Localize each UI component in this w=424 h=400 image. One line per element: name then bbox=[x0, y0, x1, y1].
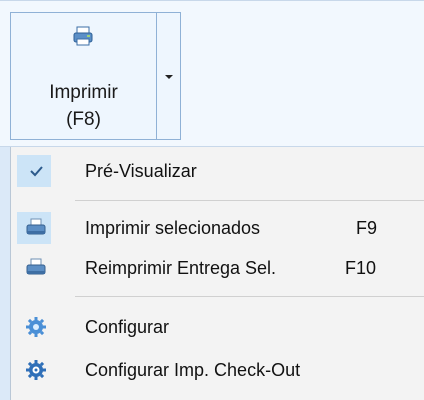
menu-item-configurar-check-out[interactable]: Configurar Imp. Check-Out bbox=[11, 350, 424, 390]
menu-separator bbox=[75, 296, 424, 297]
print-split-button[interactable]: Imprimir (F8) bbox=[10, 12, 181, 140]
check-icon bbox=[30, 166, 43, 177]
gear-icon bbox=[26, 317, 46, 337]
menu-item-imprimir-selecionados[interactable]: Imprimir selecionados F9 bbox=[11, 208, 424, 248]
menu-item-label: Reimprimir Entrega Sel. bbox=[85, 258, 277, 278]
menu-item-pre-visualizar[interactable]: Pré-Visualizar bbox=[11, 151, 424, 191]
menu-item-shortcut: F10 bbox=[345, 258, 377, 278]
menu-item-label: Configurar bbox=[85, 317, 170, 337]
printer-icon bbox=[26, 258, 46, 275]
menu-item-configurar[interactable]: Configurar bbox=[11, 307, 424, 347]
chevron-down-icon bbox=[165, 75, 173, 79]
gear-icon bbox=[26, 360, 46, 380]
ribbon-toolbar: Imprimir (F8) bbox=[0, 0, 424, 147]
print-button-label: Imprimir bbox=[49, 82, 118, 103]
print-dropdown-menu: Pré-Visualizar Imprimir selecionados F9 … bbox=[10, 147, 424, 400]
menu-item-label: Configurar Imp. Check-Out bbox=[85, 360, 301, 380]
menu-item-label: Imprimir selecionados bbox=[85, 218, 261, 238]
ribbon-top-border bbox=[0, 0, 424, 1]
printer-icon bbox=[73, 26, 93, 46]
print-button-shortcut: (F8) bbox=[66, 109, 101, 130]
print-button[interactable]: Imprimir (F8) bbox=[11, 13, 156, 139]
printer-icon bbox=[26, 218, 46, 235]
print-dropdown-button[interactable] bbox=[157, 13, 180, 139]
menu-item-label: Pré-Visualizar bbox=[85, 161, 197, 181]
menu-item-reimprimir-entrega[interactable]: Reimprimir Entrega Sel. F10 bbox=[11, 248, 424, 288]
menu-separator bbox=[75, 200, 424, 201]
menu-item-shortcut: F9 bbox=[356, 218, 378, 238]
